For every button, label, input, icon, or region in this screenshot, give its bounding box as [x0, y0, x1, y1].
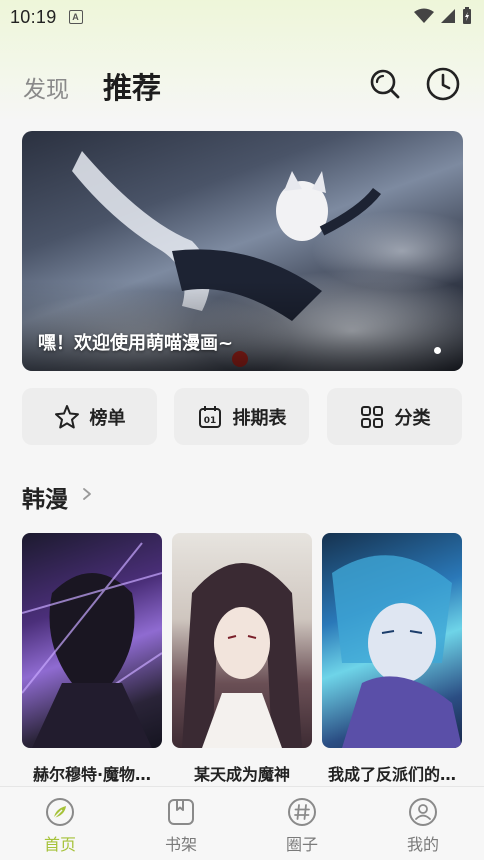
nav-label: 书架: [164, 835, 197, 854]
nav-circle[interactable]: 圈子: [262, 797, 342, 855]
category-button[interactable]: 分类: [327, 388, 462, 445]
nav-label: 圈子: [285, 835, 318, 854]
comic-title[interactable]: 我成了反派们的…: [317, 761, 467, 785]
schedule-label: 排期表: [232, 407, 287, 429]
comic-cover[interactable]: [322, 533, 462, 748]
nav-bookshelf[interactable]: 书架: [141, 797, 221, 855]
battery-icon: [463, 7, 471, 24]
status-time: 10:19: [10, 6, 57, 27]
signal-icon: [441, 9, 455, 23]
category-grid-icon: [360, 405, 383, 428]
comic-cover[interactable]: [22, 533, 162, 748]
calendar-icon: 01: [198, 405, 221, 428]
ranking-button[interactable]: 榜单: [22, 388, 157, 445]
schedule-button[interactable]: 01 排期表: [174, 388, 309, 445]
search-icon[interactable]: [367, 66, 403, 102]
category-label: 分类: [394, 407, 431, 429]
bookshelf-icon: [168, 799, 194, 825]
comic-title[interactable]: 某天成为魔神: [167, 761, 317, 785]
banner-title: 嘿！欢迎使用萌喵漫画~: [38, 333, 234, 354]
status-bar: 10:19 A: [0, 0, 484, 34]
ranking-label: 榜单: [89, 407, 126, 429]
home-compass-icon: [46, 798, 74, 826]
profile-icon: [409, 798, 437, 826]
tab-discover[interactable]: 发现: [23, 70, 69, 104]
carousel-indicator: [434, 347, 441, 354]
banner-carousel[interactable]: 嘿！欢迎使用萌喵漫画~: [22, 131, 463, 371]
section-title[interactable]: 韩漫: [22, 480, 68, 514]
comic-title[interactable]: 赫尔穆特·魔物…: [17, 761, 167, 785]
cover-art: [22, 542, 162, 748]
nav-profile[interactable]: 我的: [383, 797, 463, 855]
tab-recommend[interactable]: 推荐: [103, 65, 161, 107]
nav-home[interactable]: 首页: [20, 797, 100, 855]
status-indicators: [414, 7, 472, 25]
hashtag-icon: [288, 798, 316, 826]
cover-art: [332, 555, 462, 748]
a-letter-icon: A: [68, 10, 83, 24]
ranking-star-icon: [54, 404, 79, 428]
chevron-right-icon[interactable]: [80, 486, 94, 502]
nav-label: 我的: [406, 835, 439, 854]
bottom-navigation: 首页 书架 圈子 我的: [0, 786, 484, 860]
comic-cover[interactable]: [172, 533, 312, 748]
top-header: 发现 推荐: [0, 60, 484, 110]
history-clock-icon[interactable]: [425, 66, 461, 102]
nav-label: 首页: [43, 835, 76, 854]
svg-text:01: 01: [203, 416, 216, 426]
cover-art: [182, 563, 302, 748]
wifi-icon: [414, 8, 434, 23]
